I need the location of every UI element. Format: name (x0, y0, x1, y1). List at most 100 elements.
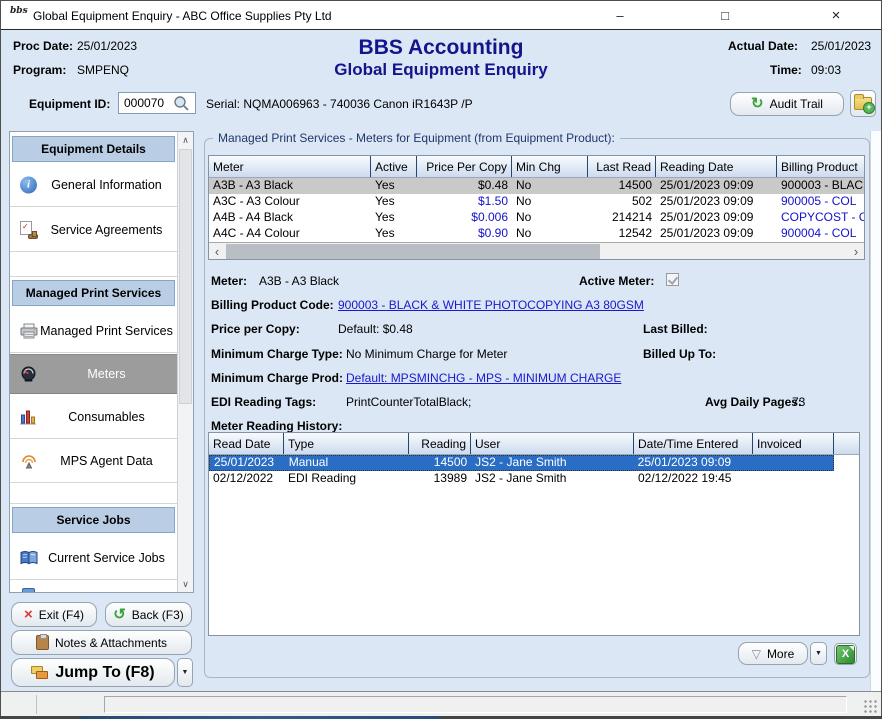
column-header-active[interactable]: Active (371, 156, 417, 177)
window-title: Global Equipment Enquiry - ABC Office Su… (33, 9, 332, 23)
column-header-price-per-copy[interactable]: Price Per Copy (417, 156, 512, 177)
back-arrow-icon: ↺ (113, 608, 126, 621)
status-bar-divider (36, 695, 37, 714)
edi-reading-tags-value: PrintCounterTotalBlack; (346, 395, 471, 409)
column-header-invoiced[interactable]: Invoiced (753, 433, 834, 454)
history-table-row-selected[interactable]: 25/01/2023 Manual 14500 JS2 - Jane Smith… (209, 455, 834, 471)
scroll-left-icon[interactable]: ‹ (209, 244, 225, 259)
meter-value: A3B - A3 Black (259, 274, 339, 288)
horizontal-scrollbar[interactable]: ‹ › (209, 242, 864, 259)
app-icon: bbs (10, 7, 27, 24)
scrollbar-thumb[interactable] (226, 244, 600, 259)
history-table: Read Date Type Reading User Date/Time En… (208, 432, 860, 636)
scroll-down-icon[interactable]: ∨ (178, 576, 193, 592)
minimum-charge-type-label: Minimum Charge Type: (211, 347, 343, 361)
sidebar-item-current-service-jobs[interactable]: Current Service Jobs (10, 536, 177, 580)
audit-trail-button[interactable]: ↻ Audit Trail (730, 92, 844, 116)
more-button[interactable]: ▽ More (738, 642, 808, 665)
last-billed-label: Last Billed: (643, 322, 708, 336)
column-header-reading[interactable]: Reading (409, 433, 471, 454)
sidebar-scrollbar[interactable]: ∧ ∨ (177, 132, 193, 592)
minimum-charge-prod-label: Minimum Charge Prod: (211, 371, 343, 385)
sidebar-partial-item (10, 581, 177, 592)
active-meter-checkbox[interactable] (666, 273, 679, 286)
column-header-datetime-entered[interactable]: Date/Time Entered (634, 433, 753, 454)
excel-icon: X (836, 645, 855, 664)
more-dropdown-button[interactable]: ▼ (810, 642, 827, 665)
maximize-icon: □ (721, 8, 729, 23)
column-header-user[interactable]: User (471, 433, 634, 454)
meters-table-row[interactable]: A3C - A3 Colour Yes $1.50 No 502 25/01/2… (209, 194, 864, 210)
sidebar-item-consumables[interactable]: Consumables (10, 395, 177, 439)
actual-date-value: 25/01/2023 (811, 39, 871, 53)
equipment-id-label: Equipment ID: (29, 97, 110, 111)
notes-attachments-button[interactable]: Notes & Attachments (11, 630, 192, 655)
jump-to-button[interactable]: Jump To (F8) (11, 658, 175, 687)
right-scroll-gutter[interactable] (870, 131, 881, 691)
column-header-billing-product[interactable]: Billing Product (777, 156, 864, 177)
meters-table-row-selected[interactable]: A3B - A3 Black Yes $0.48 No 14500 25/01/… (209, 178, 864, 194)
sidebar-header-service-jobs: Service Jobs (12, 507, 175, 533)
sidebar: Equipment Details i General Information … (9, 131, 194, 593)
sidebar-item-general-information[interactable]: i General Information (10, 163, 177, 207)
meters-table: Meter Active Price Per Copy Min Chg Last… (208, 155, 865, 260)
resize-grip[interactable] (863, 699, 877, 713)
active-meter-label: Active Meter: (579, 274, 654, 288)
avg-daily-pages-value: 73 (792, 395, 805, 409)
recycle-icon: ↻ (751, 97, 764, 111)
dropdown-arrow-icon: ▼ (815, 650, 822, 657)
serial-text: Serial: NQMA006963 - 740036 Canon iR1643… (206, 97, 473, 111)
price-per-copy-value: Default: $0.48 (338, 322, 413, 336)
column-header-last-read[interactable]: Last Read (588, 156, 656, 177)
clipboard-icon (36, 635, 49, 650)
partial-icon (22, 588, 35, 592)
export-excel-button[interactable]: X (834, 643, 857, 665)
billing-product-code-label: Billing Product Code: (211, 298, 334, 312)
avg-daily-pages-label: Avg Daily Pages: (705, 395, 802, 409)
meters-table-row[interactable]: A4C - A4 Colour Yes $0.90 No 12542 25/01… (209, 226, 864, 242)
exit-x-icon: × (24, 608, 33, 621)
agreement-stamp-icon: ✓ (20, 221, 38, 239)
open-folder-button[interactable] (850, 90, 876, 117)
jump-to-dropdown-button[interactable]: ▼ (177, 658, 193, 687)
bar-chart-icon (20, 409, 36, 424)
antenna-icon (20, 453, 38, 469)
sidebar-item-service-agreements[interactable]: ✓ Service Agreements (10, 208, 177, 252)
search-icon[interactable] (173, 95, 191, 111)
minimize-icon: – (616, 8, 623, 23)
meter-reading-history-label: Meter Reading History: (211, 419, 342, 433)
column-header-reading-date[interactable]: Reading Date (656, 156, 777, 177)
scrollbar-thumb[interactable] (179, 149, 192, 404)
sidebar-item-mps-agent-data[interactable]: MPS Agent Data (10, 440, 177, 483)
scroll-up-icon[interactable]: ∧ (178, 132, 193, 148)
sidebar-spacer (10, 484, 177, 504)
screen-title: Global Equipment Enquiry (1, 60, 881, 80)
folders-icon (31, 665, 49, 681)
history-table-row[interactable]: 02/12/2022 EDI Reading 13989 JS2 - Jane … (209, 471, 859, 487)
scroll-right-icon[interactable]: › (848, 244, 864, 259)
column-header-min-chg[interactable]: Min Chg (512, 156, 588, 177)
minimize-button[interactable]: – (597, 1, 643, 30)
maximize-button[interactable]: □ (702, 1, 748, 30)
status-bar-panel (104, 696, 847, 713)
meters-table-row[interactable]: A4B - A4 Black Yes $0.006 No 214214 25/0… (209, 210, 864, 226)
column-header-meter[interactable]: Meter (209, 156, 371, 177)
meter-gauge-icon (20, 366, 37, 382)
app-window: bbs Global Equipment Enquiry - ABC Offic… (0, 0, 882, 716)
exit-button[interactable]: × Exit (F4) (11, 602, 97, 627)
back-button[interactable]: ↺ Back (F3) (105, 602, 192, 627)
time-value: 09:03 (811, 63, 841, 77)
sidebar-item-managed-print-services[interactable]: Managed Print Services (10, 309, 177, 353)
close-button[interactable]: × (813, 1, 859, 30)
billed-up-to-label: Billed Up To: (643, 347, 716, 361)
column-header-read-date[interactable]: Read Date (209, 433, 284, 454)
billing-product-code-link[interactable]: 900003 - BLACK & WHITE PHOTOCOPYING A3 8… (338, 298, 644, 312)
price-per-copy-label: Price per Copy: (211, 322, 300, 336)
column-header-type[interactable]: Type (284, 433, 409, 454)
history-table-header: Read Date Type Reading User Date/Time En… (209, 433, 859, 455)
minimum-charge-prod-link[interactable]: Default: MPSMINCHG - MPS - MINIMUM CHARG… (346, 371, 621, 385)
info-icon: i (20, 176, 37, 193)
title-bar: bbs Global Equipment Enquiry - ABC Offic… (1, 1, 881, 30)
sidebar-item-meters[interactable]: Meters (10, 354, 177, 394)
dropdown-arrow-icon: ▼ (182, 669, 189, 676)
